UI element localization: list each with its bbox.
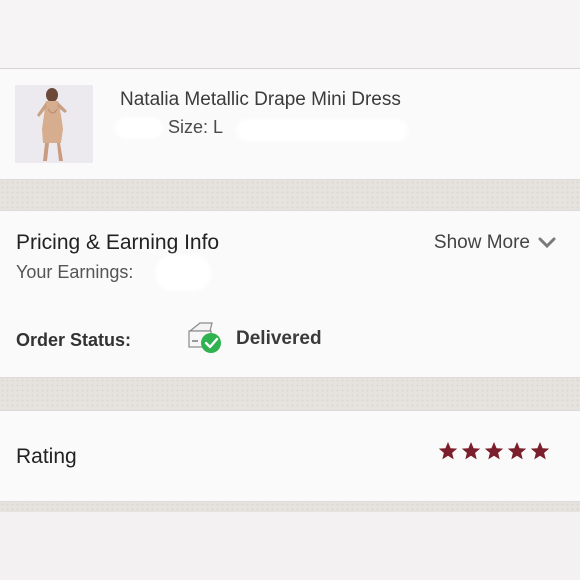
section-separator (0, 502, 580, 512)
chevron-down-icon (538, 237, 556, 249)
show-more-button[interactable]: Show More (434, 232, 556, 254)
star-icon (438, 442, 458, 460)
top-blank-area (0, 0, 580, 68)
redaction-blur (155, 255, 211, 291)
star-icon (530, 442, 550, 460)
redaction-blur (236, 119, 408, 141)
product-size: Size: L (168, 117, 224, 137)
rating-section: Rating (0, 410, 580, 502)
order-status-label: Order Status: (16, 330, 132, 350)
star-icon (484, 442, 504, 460)
order-status-value: Delivered (236, 328, 322, 349)
order-status-section: Order Status: Delivered (0, 301, 580, 378)
pricing-earning-section: Pricing & Earning Info Show More Your Ea… (0, 210, 580, 302)
earnings-label: Your Earnings: (16, 262, 134, 282)
show-more-label: Show More (433, 232, 530, 253)
product-card[interactable]: Natalia Metallic Drape Mini Dress Size: … (0, 68, 580, 180)
redaction-blur (115, 117, 163, 139)
product-thumbnail[interactable] (15, 85, 93, 163)
delivered-box-icon (188, 322, 221, 353)
dress-photo-icon (15, 85, 93, 163)
product-title[interactable]: Natalia Metallic Drape Mini Dress (120, 89, 401, 111)
star-icon (507, 442, 527, 460)
rating-stars (438, 441, 550, 461)
section-separator (0, 378, 580, 410)
pricing-title: Pricing & Earning Info (16, 231, 220, 254)
rating-label: Rating (16, 445, 77, 468)
star-icon (461, 442, 481, 460)
section-separator (0, 180, 580, 210)
